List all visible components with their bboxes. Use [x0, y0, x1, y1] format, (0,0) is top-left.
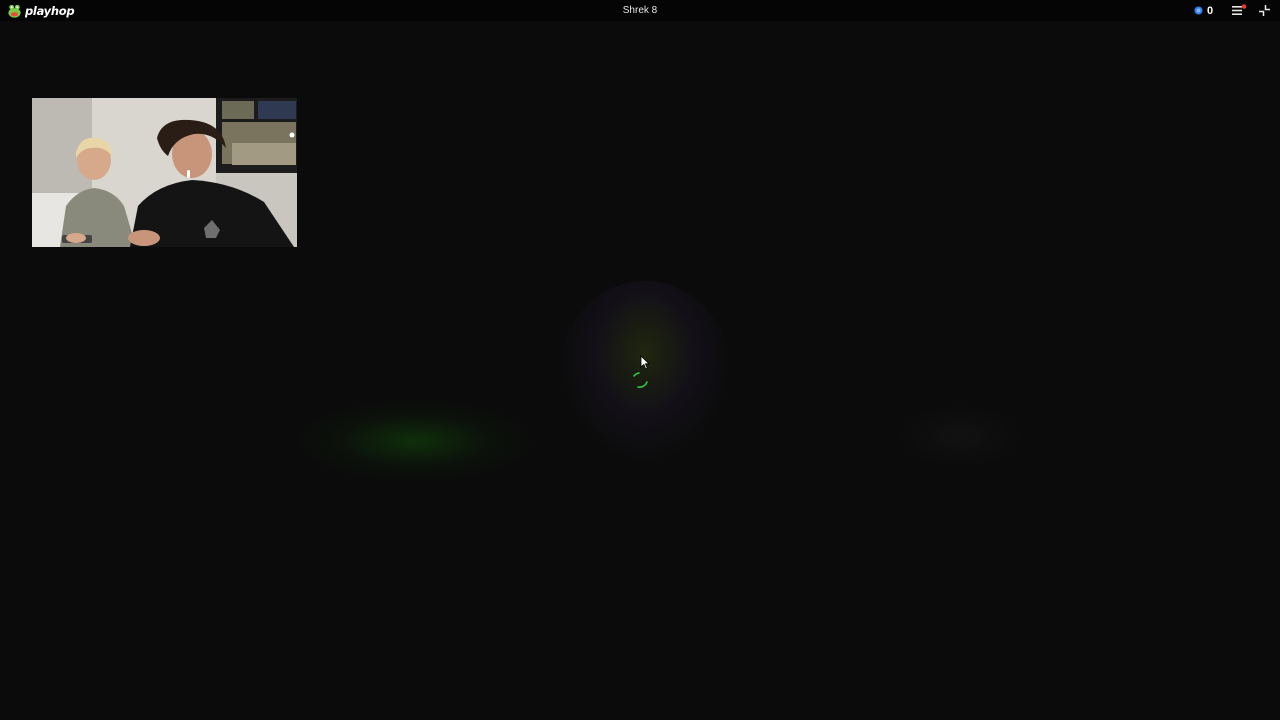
background-glow-dim	[900, 406, 1020, 466]
exit-fullscreen-button[interactable]	[1258, 4, 1271, 17]
brand-name: playhop	[25, 3, 75, 18]
exit-fullscreen-icon	[1259, 5, 1270, 16]
coin-icon	[1194, 6, 1203, 15]
coin-balance[interactable]: 0	[1194, 3, 1213, 18]
notification-dot	[1241, 4, 1247, 9]
playhop-logo-icon	[8, 4, 21, 18]
menu-button[interactable]	[1231, 4, 1247, 17]
playhop-logo[interactable]: playhop	[7, 2, 75, 19]
mouse-cursor-icon	[640, 355, 650, 370]
game-title: Shrek 8	[622, 5, 658, 16]
top-bar: playhop Shrek 8 0	[0, 0, 1280, 21]
webcam-image	[32, 98, 297, 247]
background-glow-green	[300, 401, 530, 481]
loading-spinner	[633, 372, 648, 388]
menu-icon	[1232, 4, 1247, 15]
coin-count: 0	[1207, 4, 1214, 17]
webcam-overlay	[32, 98, 297, 247]
